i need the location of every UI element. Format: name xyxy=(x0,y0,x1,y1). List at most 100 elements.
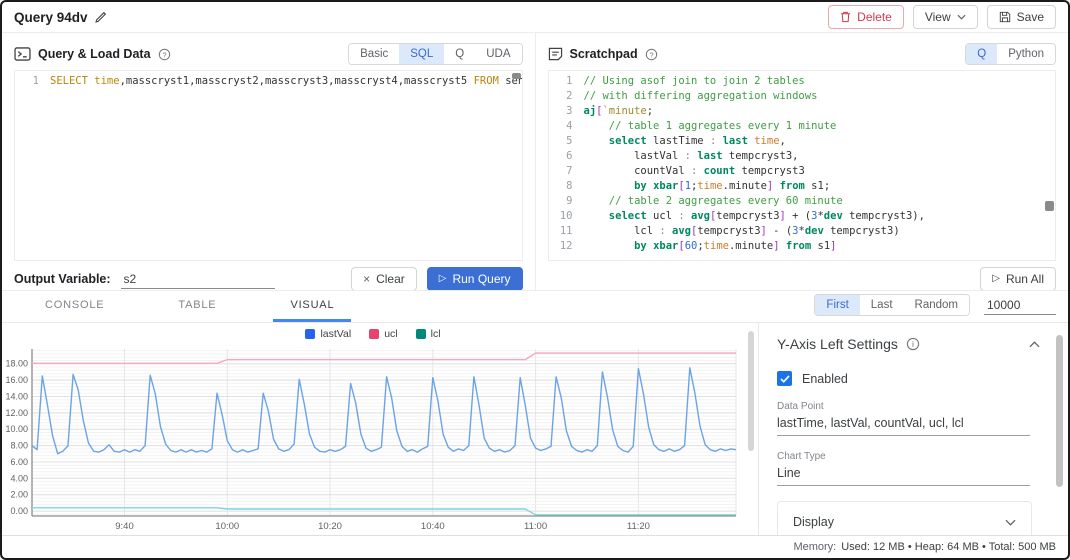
info-icon[interactable]: i xyxy=(906,337,920,351)
editor-scrollbar-thumb[interactable] xyxy=(1045,201,1054,211)
legend-label: lastVal xyxy=(320,328,351,340)
tab-q[interactable]: Q xyxy=(444,44,475,64)
chevron-down-icon xyxy=(957,14,966,20)
scratchpad-header: Scratchpad ? QPython xyxy=(548,38,1057,70)
run-all-button[interactable]: ▷ Run All xyxy=(980,267,1056,291)
legend-item-ucl[interactable]: ucl xyxy=(369,328,397,340)
line-chart[interactable]: 9:40 10:00 10:20 10:40 11:00 11:20 0.00 2.00 4.0… xyxy=(2,342,744,535)
view-dropdown-button[interactable]: View xyxy=(913,5,978,29)
legend-swatch xyxy=(416,329,426,339)
code-line: 1// Using asof join to join 2 tables xyxy=(549,74,1056,89)
legend-label: lcl xyxy=(431,328,441,340)
svg-text:10:20: 10:20 xyxy=(318,521,342,532)
code-line: 1SELECT time,masscryst1,masscryst2,massc… xyxy=(15,74,522,89)
settings-scrollbar[interactable] xyxy=(1056,335,1063,487)
tab-sql[interactable]: SQL xyxy=(399,44,444,64)
chart-type-field[interactable]: Chart Type Line xyxy=(777,451,1030,486)
svg-text:11:00: 11:00 xyxy=(524,521,547,532)
chart-area: lastVal ucl lcl 9:40 10:00 10:20 10:40 11:00 11… xyxy=(2,323,744,535)
sample-mode-last[interactable]: Last xyxy=(860,295,904,315)
enabled-checkbox[interactable] xyxy=(777,371,792,386)
help-icon[interactable]: ? xyxy=(158,48,171,61)
tab-python[interactable]: Python xyxy=(997,44,1055,64)
output-variable-input[interactable] xyxy=(121,270,275,289)
svg-text:i: i xyxy=(912,339,914,349)
save-button-label: Save xyxy=(1017,10,1044,24)
svg-text:6.00: 6.00 xyxy=(10,457,28,467)
svg-text:4.00: 4.00 xyxy=(10,473,28,483)
settings-title: Y-Axis Left Settings xyxy=(777,336,898,352)
collapse-chevron-up-icon[interactable] xyxy=(1029,341,1040,348)
svg-text:?: ? xyxy=(162,50,166,59)
svg-text:9:40: 9:40 xyxy=(115,521,134,532)
editor-scrollbar-thumb[interactable] xyxy=(512,73,521,79)
svg-text:11:20: 11:20 xyxy=(627,521,650,532)
tab-uda[interactable]: UDA xyxy=(475,44,521,64)
sample-mode-first[interactable]: First xyxy=(815,295,859,315)
code-line: 8 by xbar[1;time.minute] from s1; xyxy=(549,179,1056,194)
query-language-tabs: BasicSQLQUDA xyxy=(348,43,522,65)
svg-text:10:40: 10:40 xyxy=(421,521,445,532)
topbar-actions: Delete View Save xyxy=(828,5,1056,29)
svg-text:10.00: 10.00 xyxy=(5,424,28,434)
svg-text:10:00: 10:00 xyxy=(215,521,239,532)
svg-text:8.00: 8.00 xyxy=(10,441,28,451)
tab-table[interactable]: TABLE xyxy=(161,291,233,322)
scratchpad-language-tabs: QPython xyxy=(965,43,1056,65)
code-line: 12 by xbar[60;time.minute] from s1] xyxy=(549,239,1056,254)
tab-q[interactable]: Q xyxy=(966,44,997,64)
chart-scrollbar[interactable] xyxy=(744,323,758,535)
accordion-label: Display xyxy=(793,515,834,529)
code-line: 9 // table 2 aggregates every 60 minute xyxy=(549,194,1056,209)
editors-section: Query & Load Data ? BasicSQLQUDA 1SELECT… xyxy=(2,32,1068,290)
run-query-button[interactable]: ▷ Run Query xyxy=(427,267,523,291)
y-axis-settings-panel: Y-Axis Left Settings i Enabled Data Poin… xyxy=(758,323,1068,535)
scratchpad-title: Scratchpad xyxy=(570,47,638,61)
view-button-label: View xyxy=(925,10,951,24)
play-icon: ▷ xyxy=(439,274,447,284)
svg-text:12.00: 12.00 xyxy=(5,408,28,418)
save-icon xyxy=(999,11,1011,23)
scratchpad-panel: Scratchpad ? QPython 1// Using asof join… xyxy=(536,33,1069,290)
run-query-button-label: Run Query xyxy=(452,272,510,286)
code-line: 4 // table 1 aggregates every 1 minute xyxy=(549,119,1056,134)
code-line: 7 countVal : count tempcryst3 xyxy=(549,164,1056,179)
code-line: 11 lcl : avg[tempcryst3] - (3*dev tempcr… xyxy=(549,224,1056,239)
enabled-label: Enabled xyxy=(802,372,848,386)
legend-item-lastVal[interactable]: lastVal xyxy=(305,328,351,340)
data-point-field[interactable]: Data Point lastTime, lastVal, countVal, … xyxy=(777,401,1030,436)
delete-button-label: Delete xyxy=(857,10,892,24)
scratchpad-icon xyxy=(548,47,563,61)
topbar: Query 94dv Delete View Save xyxy=(2,2,1068,32)
help-icon[interactable]: ? xyxy=(645,48,658,61)
code-line: 6 lastVal : last tempcryst3, xyxy=(549,149,1056,164)
query-panel-header: Query & Load Data ? BasicSQLQUDA xyxy=(14,38,523,70)
accordion-display[interactable]: Display xyxy=(778,502,1031,535)
tab-console[interactable]: CONSOLE xyxy=(28,291,121,322)
trash-icon xyxy=(840,11,851,23)
sample-mode-random[interactable]: Random xyxy=(904,295,969,315)
memory-value: Used: 12 MB • Heap: 64 MB • Total: 500 M… xyxy=(841,541,1056,553)
edit-title-icon[interactable] xyxy=(94,11,107,24)
results-tab-bar: CONSOLE TABLE VISUAL FirstLastRandom xyxy=(2,290,1068,323)
visual-section: lastVal ucl lcl 9:40 10:00 10:20 10:40 11:00 11… xyxy=(2,323,1068,535)
status-bar: Memory: Used: 12 MB • Heap: 64 MB • Tota… xyxy=(2,535,1068,558)
legend-item-lcl[interactable]: lcl xyxy=(416,328,441,340)
sample-size-input[interactable] xyxy=(984,296,1056,315)
q-code-editor[interactable]: 1// Using asof join to join 2 tables2// … xyxy=(548,70,1057,261)
clear-button[interactable]: × Clear xyxy=(351,267,417,291)
enabled-row: Enabled xyxy=(777,371,1054,386)
svg-text:0.00: 0.00 xyxy=(10,506,28,516)
svg-text:2.00: 2.00 xyxy=(10,490,28,500)
results-tabs: CONSOLE TABLE VISUAL xyxy=(28,291,391,322)
tab-basic[interactable]: Basic xyxy=(349,44,399,64)
settings-header: Y-Axis Left Settings i xyxy=(777,336,1054,352)
sql-code-editor[interactable]: 1SELECT time,masscryst1,masscryst2,massc… xyxy=(14,70,523,261)
delete-button[interactable]: Delete xyxy=(828,5,904,29)
sample-mode-tabs: FirstLastRandom xyxy=(814,294,970,316)
tab-visual[interactable]: VISUAL xyxy=(273,291,351,322)
svg-text:18.00: 18.00 xyxy=(5,359,28,369)
query-panel: Query & Load Data ? BasicSQLQUDA 1SELECT… xyxy=(2,33,536,290)
save-button[interactable]: Save xyxy=(987,5,1056,29)
sampling-controls: FirstLastRandom xyxy=(814,291,1056,322)
